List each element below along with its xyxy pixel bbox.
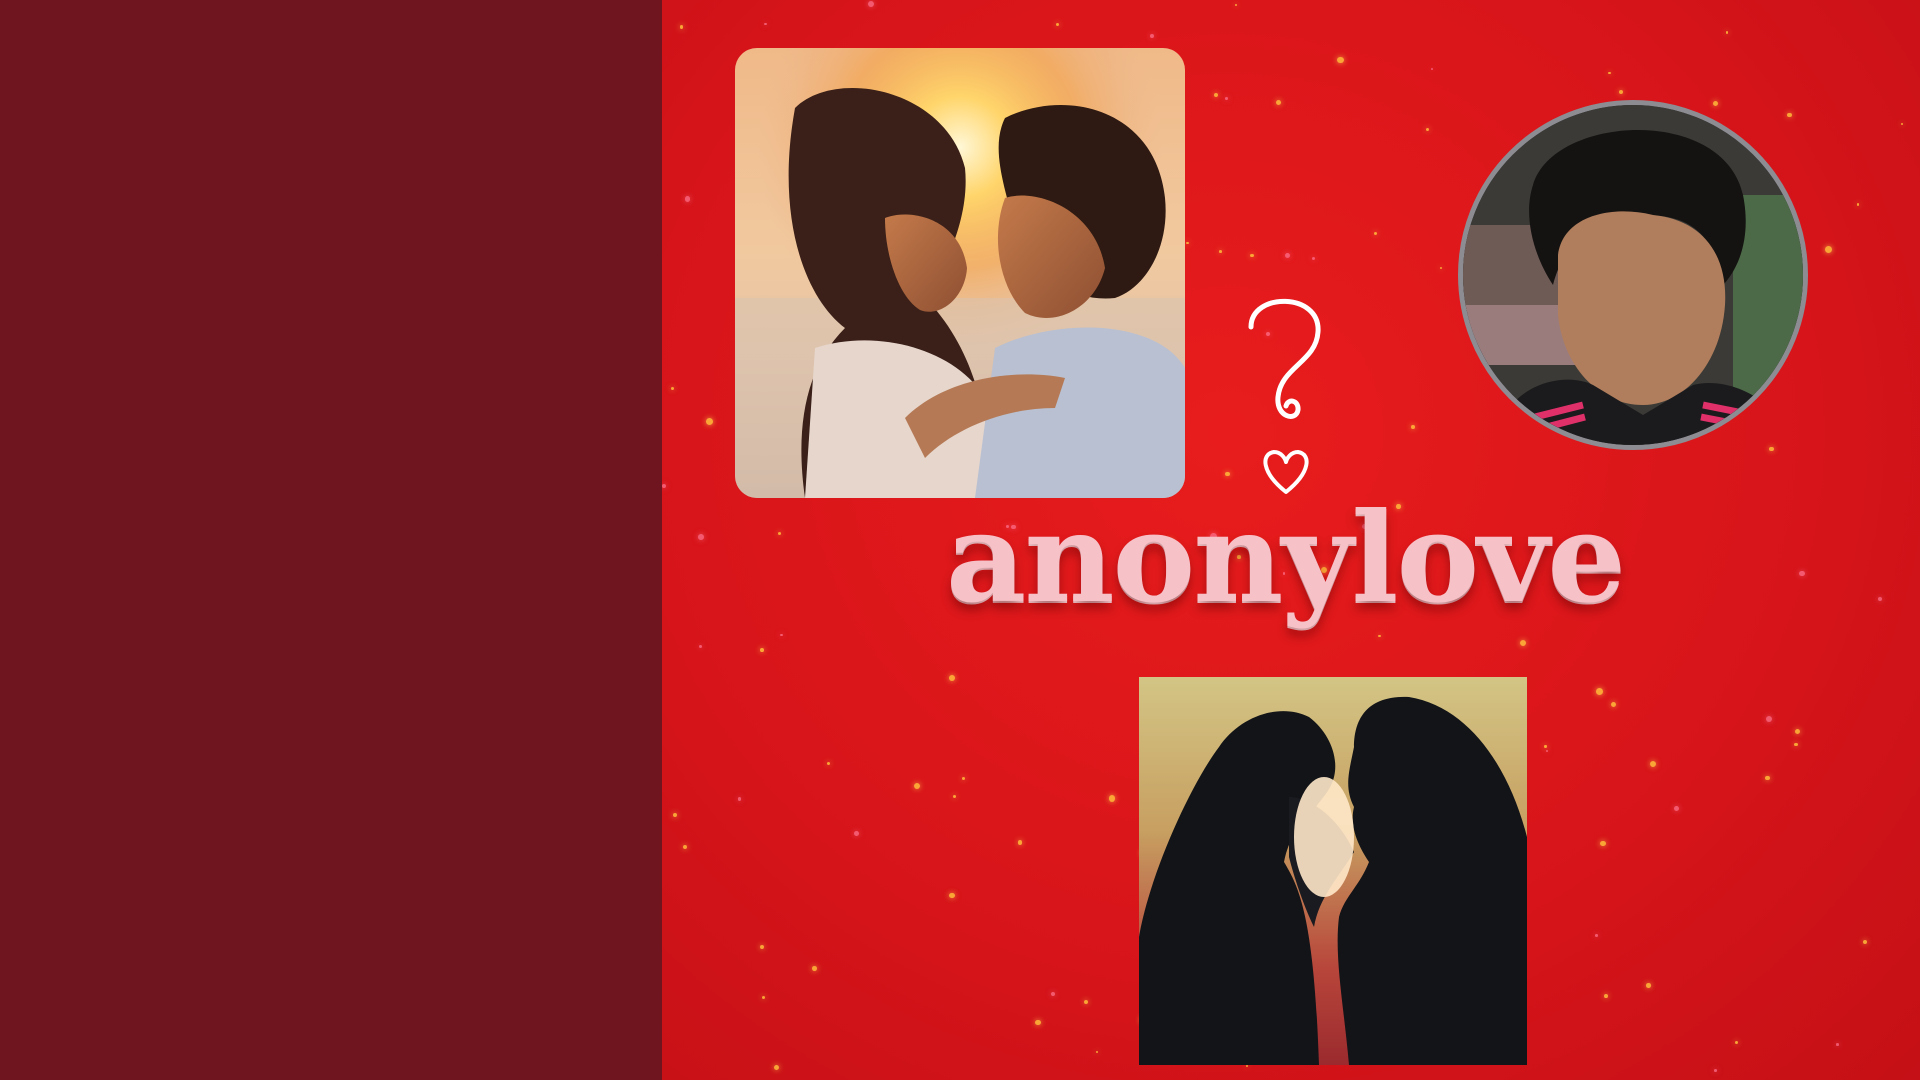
- sparkle-dot: [1713, 101, 1719, 107]
- sparkle-dot: [1250, 253, 1254, 257]
- sparkle-dot: [1901, 123, 1904, 126]
- sparkle-dot: [913, 782, 920, 789]
- sparkle-dot: [698, 645, 702, 649]
- sparkle-dot: [737, 797, 742, 801]
- sparkle-dot: [1765, 715, 1773, 723]
- sparkle-dot: [1035, 1020, 1041, 1026]
- sparkle-dot: [1520, 639, 1527, 646]
- sparkle-dot: [1017, 839, 1023, 845]
- sparkle-dot: [1545, 750, 1548, 753]
- sparkle-dot: [1856, 203, 1860, 206]
- sparkle-dot: [1863, 939, 1868, 945]
- sparkle-dot: [1600, 841, 1606, 847]
- sparkle-dot: [705, 418, 713, 425]
- sparkle-dot: [826, 762, 831, 766]
- sparkle-dot: [1734, 1040, 1739, 1045]
- sparkle-dot: [1610, 701, 1616, 707]
- sparkle-dot: [780, 633, 783, 637]
- left-panel: [0, 0, 662, 1080]
- sparkle-dot: [764, 22, 768, 26]
- sparkle-dot: [1595, 933, 1598, 937]
- sparkle-dot: [662, 484, 667, 489]
- sparkle-dot: [1276, 100, 1282, 105]
- couple-silhouette-photo: [1139, 677, 1527, 1065]
- sparkle-dot: [1055, 23, 1059, 27]
- sparkle-dot: [672, 813, 677, 818]
- sparkle-dot: [867, 0, 874, 7]
- sparkle-dot: [1411, 425, 1415, 429]
- brand-title: anonylove: [946, 486, 1626, 631]
- sparkle-dot: [949, 892, 955, 899]
- sparkle-dot: [1235, 3, 1238, 6]
- sparkle-dot: [1799, 571, 1805, 577]
- sparkle-dot: [1544, 745, 1547, 748]
- sparkle-dot: [1425, 128, 1429, 132]
- sparkle-dot: [1619, 89, 1624, 95]
- sparkle-dot: [1794, 742, 1798, 747]
- sparkle-dot: [761, 995, 766, 1000]
- sparkle-dot: [1285, 252, 1291, 258]
- sparkle-dot: [949, 675, 956, 681]
- sparkle-dot: [1378, 634, 1381, 638]
- sparkle-dot: [1311, 256, 1316, 261]
- sparkle-dot: [962, 776, 966, 780]
- sparkle-dot: [1224, 96, 1228, 100]
- sparkle-dot: [1765, 775, 1770, 781]
- sparkle-dot: [1608, 71, 1611, 75]
- sparkle-dot: [1835, 1042, 1839, 1046]
- sparkle-dot: [1337, 56, 1344, 63]
- couple-sunset-photo: [735, 48, 1185, 498]
- sparkle-dot: [1674, 806, 1680, 812]
- sparkle-dot: [1877, 596, 1883, 601]
- sparkle-dot: [1095, 1050, 1098, 1053]
- sparkle-dot: [1604, 993, 1609, 998]
- question-heart-icon: [1236, 282, 1336, 502]
- sparkle-dot: [812, 966, 817, 972]
- sparkle-dot: [1373, 231, 1377, 235]
- sparkle-dot: [1084, 1000, 1089, 1005]
- sparkle-dot: [1646, 983, 1651, 988]
- sparkle-dot: [1787, 112, 1792, 117]
- sparkle-dot: [777, 531, 782, 536]
- sparkle-dot: [682, 845, 688, 850]
- sparkle-dot: [853, 830, 859, 836]
- sparkle-dot: [760, 648, 764, 652]
- sparkle-dot: [670, 386, 675, 391]
- sparkle-dot: [1149, 34, 1154, 39]
- sparkle-dot: [773, 1064, 779, 1070]
- sparkle-dot: [679, 25, 684, 29]
- sparkle-dot: [684, 196, 690, 202]
- sparkle-dot: [1440, 266, 1443, 269]
- canvas: anonylove: [0, 0, 1920, 1080]
- sparkle-dot: [953, 795, 956, 799]
- sparkle-dot: [1714, 1069, 1717, 1073]
- sparkle-dot: [1769, 446, 1774, 452]
- sparkle-dot: [1186, 241, 1189, 245]
- sparkle-dot: [1051, 991, 1056, 996]
- sparkle-dot: [1725, 31, 1729, 34]
- sparkle-dot: [760, 944, 765, 949]
- sparkle-dot: [1213, 92, 1218, 97]
- profile-avatar-photo: [1458, 100, 1808, 450]
- sparkle-dot: [1825, 245, 1832, 253]
- sparkle-dot: [1431, 67, 1434, 70]
- sparkle-dot: [1245, 1064, 1248, 1067]
- sparkle-dot: [698, 534, 704, 540]
- sparkle-dot: [1225, 472, 1230, 477]
- sparkle-dot: [1596, 688, 1603, 695]
- sparkle-dot: [1219, 250, 1222, 253]
- sparkle-dot: [1649, 760, 1657, 768]
- sparkle-dot: [1795, 728, 1801, 735]
- sparkle-dot: [1108, 795, 1116, 802]
